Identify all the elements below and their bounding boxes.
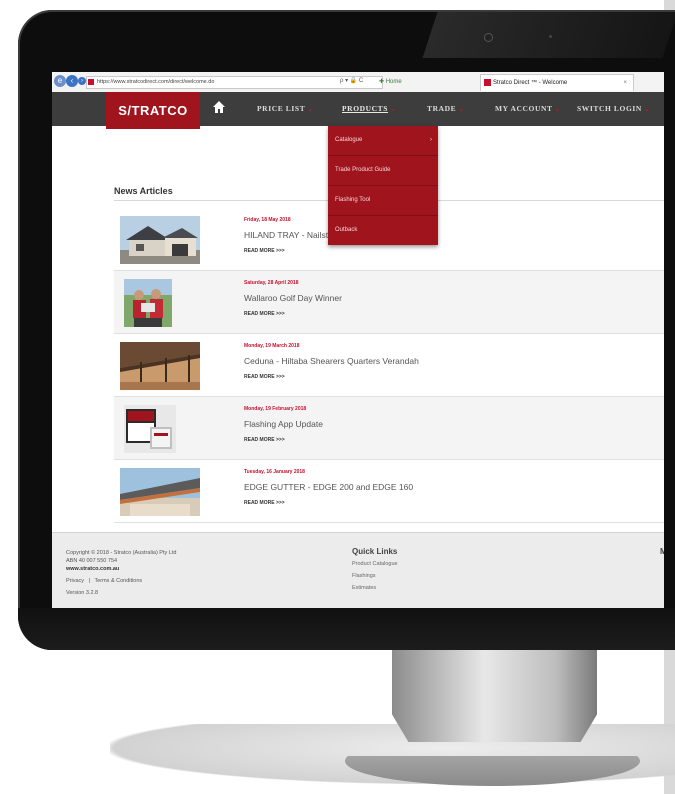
- article-date: Tuesday, 16 January 2018: [244, 469, 305, 475]
- nav-switch-login[interactable]: SWITCH LOGIN ⌄: [577, 104, 650, 113]
- tab-favicon-icon: [484, 79, 491, 86]
- news-article[interactable]: Monday, 19 March 2018 Ceduna - Hiltaba S…: [114, 334, 664, 397]
- abn-text: ABN 40 007 550 754: [66, 558, 118, 564]
- monitor-stand: [392, 650, 597, 742]
- article-thumbnail[interactable]: [120, 216, 200, 264]
- ie-icon[interactable]: e: [54, 75, 66, 87]
- article-title[interactable]: Wallaroo Golf Day Winner: [244, 293, 342, 303]
- quick-links: Quick Links Product Catalogue Flashings …: [352, 547, 398, 594]
- monitor-chin: [18, 608, 675, 650]
- article-title[interactable]: Flashing App Update: [244, 419, 323, 429]
- forward-arrow-icon[interactable]: ›: [78, 77, 86, 85]
- footer-site-link[interactable]: www.stratco.com.au: [66, 565, 176, 573]
- quick-link-product-catalogue[interactable]: Product Catalogue: [352, 558, 398, 570]
- site-favicon-icon: [88, 79, 94, 85]
- nav-my-account[interactable]: MY ACCOUNT ⌄: [495, 104, 561, 113]
- read-more-link[interactable]: READ MORE >>>: [244, 311, 285, 317]
- article-title[interactable]: Ceduna - Hiltaba Shearers Quarters Veran…: [244, 356, 419, 366]
- chevron-right-icon: ›: [430, 137, 432, 143]
- read-more-link[interactable]: READ MORE >>>: [244, 500, 285, 506]
- copyright-text: Copyright © 2018 - Stratco (Australia) P…: [66, 550, 177, 556]
- menu-item-trade-product-guide[interactable]: Trade Product Guide: [328, 156, 438, 186]
- read-more-link[interactable]: READ MORE >>>: [244, 248, 285, 254]
- news-article[interactable]: Saturday, 28 April 2018 Wallaroo Golf Da…: [114, 271, 664, 334]
- terms-link[interactable]: Terms & Conditions: [94, 578, 142, 584]
- article-title[interactable]: EDGE GUTTER - EDGE 200 and EDGE 160: [244, 482, 413, 492]
- menu-item-catalogue[interactable]: Catalogue ›: [328, 126, 438, 156]
- webcam-icon: [484, 33, 493, 42]
- article-thumbnail[interactable]: [124, 405, 176, 453]
- news-article[interactable]: Monday, 19 February 2018 Flashing App Up…: [114, 397, 664, 460]
- footer-copyright-block: Copyright © 2018 - Stratco (Australia) P…: [66, 549, 176, 597]
- nav-trade[interactable]: TRADE ⌄: [427, 104, 465, 113]
- address-bar[interactable]: https://www.stratcodirect.com/direct/wel…: [86, 76, 383, 89]
- back-arrow-icon[interactable]: ‹: [66, 75, 78, 87]
- chevron-down-icon: ⌄: [390, 105, 397, 113]
- products-dropdown: Catalogue › Trade Product Guide Flashing …: [328, 126, 438, 245]
- chevron-down-icon: ⌄: [307, 105, 314, 113]
- read-more-link[interactable]: READ MORE >>>: [244, 374, 285, 380]
- news-article[interactable]: Tuesday, 16 January 2018 EDGE GUTTER - E…: [114, 460, 664, 523]
- sensor-dot: [549, 35, 552, 38]
- footer-legal-links: Privacy | Terms & Conditions: [66, 577, 176, 585]
- read-more-link[interactable]: READ MORE >>>: [244, 437, 285, 443]
- home-icon[interactable]: [212, 100, 226, 114]
- article-date: Saturday, 28 April 2018: [244, 280, 299, 286]
- footer: Copyright © 2018 - Stratco (Australia) P…: [52, 532, 664, 608]
- article-date: Friday, 18 May 2018: [244, 217, 291, 223]
- nav-price-list[interactable]: PRICE LIST ⌄: [257, 104, 314, 113]
- nav-products[interactable]: PRODUCTS ⌄: [342, 104, 397, 113]
- home-tab[interactable]: ✚ Home: [379, 78, 402, 85]
- address-tools[interactable]: ρ ▾ 🔒 C: [340, 77, 363, 84]
- article-date: Monday, 19 February 2018: [244, 406, 307, 412]
- article-thumbnail[interactable]: [124, 279, 172, 327]
- privacy-link[interactable]: Privacy: [66, 578, 84, 584]
- article-date: Monday, 19 March 2018: [244, 343, 300, 349]
- main-navigation: S/TRATCO PRICE LIST ⌄ PRODUCTS ⌄ TRADE ⌄ MY…: [52, 92, 664, 129]
- screen: e ‹ › https://www.stratcodirect.com/dire…: [52, 72, 664, 608]
- footer-right-heading: M: [660, 547, 664, 556]
- version-text: Version 3.2.8: [66, 590, 99, 596]
- legal-separator: |: [88, 578, 90, 584]
- quick-link-estimates[interactable]: Estimates: [352, 582, 398, 594]
- browser-tab[interactable]: Stratco Direct ™ - Welcome ×: [480, 74, 634, 91]
- menu-item-flashing-tool[interactable]: Flashing Tool: [328, 186, 438, 216]
- news-section-title: News Articles: [114, 186, 173, 196]
- stratco-logo[interactable]: S/TRATCO: [106, 92, 200, 129]
- quick-link-flashings[interactable]: Flashings: [352, 570, 398, 582]
- chevron-down-icon: ⌄: [643, 105, 651, 113]
- tab-title: Stratco Direct ™ - Welcome: [493, 80, 568, 86]
- browser-toolbar: e ‹ › https://www.stratcodirect.com/dire…: [52, 72, 664, 93]
- menu-item-outback[interactable]: Outback: [328, 216, 438, 245]
- quick-links-heading: Quick Links: [352, 547, 398, 556]
- article-thumbnail[interactable]: [120, 468, 200, 516]
- tab-close-icon[interactable]: ×: [623, 75, 627, 91]
- chevron-down-icon: ⌄: [458, 105, 465, 113]
- chevron-down-icon: ⌄: [554, 105, 562, 113]
- article-thumbnail[interactable]: [120, 342, 200, 390]
